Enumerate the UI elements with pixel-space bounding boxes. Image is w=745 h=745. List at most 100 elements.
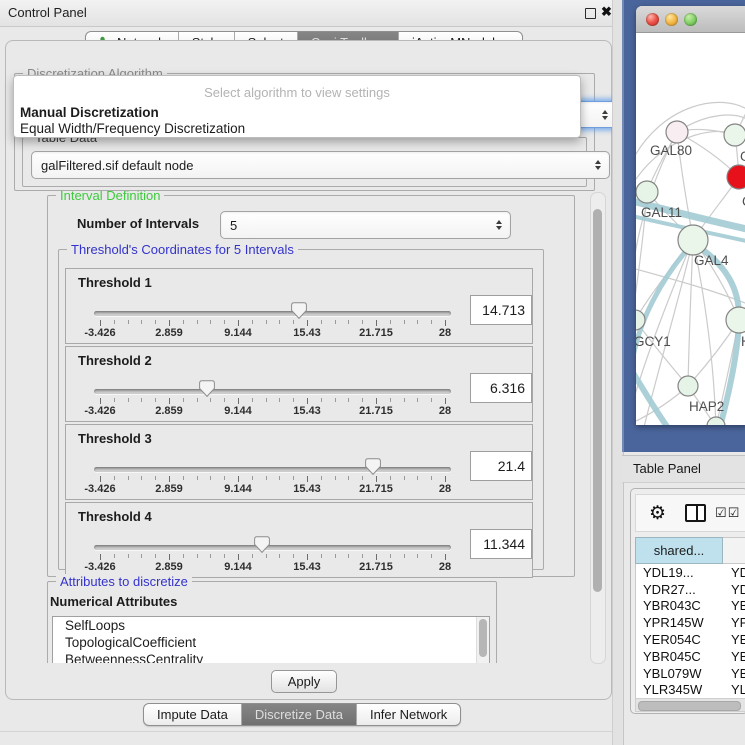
settings-vertical-scrollbar[interactable]: [590, 192, 606, 664]
table-row[interactable]: YDR27...YDR2: [636, 581, 745, 598]
network-node-gal4[interactable]: [678, 225, 708, 255]
table-row[interactable]: YPR145WYPR1: [636, 614, 745, 631]
checkbox-icon[interactable]: ☑: [715, 505, 727, 521]
threshold-value-field[interactable]: 11.344: [470, 529, 532, 559]
minimize-traffic-light-icon[interactable]: [665, 13, 678, 26]
slider-tick: [114, 398, 115, 402]
slider-tick: [417, 398, 418, 402]
slider-tick: [335, 398, 336, 402]
zoom-traffic-light-icon[interactable]: [684, 13, 697, 26]
threshold-slider[interactable]: -3.4262.8599.14415.4321.71528: [94, 425, 451, 499]
table-row[interactable]: YDL19...YDL1: [636, 564, 745, 581]
tab-impute-data[interactable]: Impute Data: [144, 704, 242, 725]
table-cell: YBL079W: [636, 666, 729, 681]
slider-tick: [293, 554, 294, 558]
slider-tick-label: 21.715: [359, 405, 393, 417]
slider-tick-label: 15.43: [293, 327, 321, 339]
table-cell: YBR043C: [636, 598, 729, 613]
table-row[interactable]: YBR043CYBR0: [636, 598, 745, 615]
num-intervals-combo[interactable]: 5: [220, 211, 511, 239]
gear-icon[interactable]: ⚙: [649, 504, 666, 523]
slider-tick: [307, 476, 308, 482]
network-node-h[interactable]: [726, 307, 745, 333]
slider-tick: [197, 476, 198, 480]
slider-tick-label: 28: [439, 561, 451, 573]
slider-tick: [141, 320, 142, 324]
table-row[interactable]: YBR045CYBR0: [636, 648, 745, 665]
threshold-slider[interactable]: -3.4262.8599.14415.4321.71528: [94, 269, 451, 343]
slider-tick: [335, 554, 336, 558]
slider-track[interactable]: [94, 467, 451, 472]
close-icon[interactable]: ✖: [601, 4, 612, 20]
columns-icon[interactable]: [685, 504, 706, 522]
slider-tick: [100, 476, 101, 482]
slider-tick: [390, 476, 391, 480]
attribute-list-item[interactable]: BetweennessCentrality: [53, 651, 489, 663]
threshold-value-field[interactable]: 21.4: [470, 451, 532, 481]
table-row[interactable]: YBL079WYBL0: [636, 665, 745, 682]
slider-tick-label: 9.144: [224, 483, 252, 495]
tab-discretize-data[interactable]: Discretize Data: [242, 704, 357, 725]
network-node-label: GAL11: [641, 205, 682, 220]
interval-definition-label: Interval Definition: [56, 191, 164, 203]
checkbox-icon[interactable]: ☑: [728, 505, 740, 521]
dropdown-option[interactable]: Equal Width/Frequency Discretization: [14, 121, 580, 137]
table-cell: YER0: [729, 632, 745, 647]
slider-tick: [141, 476, 142, 480]
attributes-list-scrollbar[interactable]: [476, 617, 489, 663]
table-column-header[interactable]: na: [723, 537, 745, 564]
apply-button[interactable]: Apply: [271, 670, 337, 693]
network-node-gal11[interactable]: [636, 181, 658, 203]
attribute-list-item[interactable]: SelfLoops: [53, 617, 489, 634]
threshold-slider[interactable]: -3.4262.8599.14415.4321.71528: [94, 347, 451, 421]
threshold-value-field[interactable]: 14.713: [470, 295, 532, 325]
slider-handle[interactable]: [291, 302, 307, 319]
numerical-attributes-list[interactable]: SelfLoopsTopologicalCoefficientBetweenne…: [52, 616, 490, 663]
table-row[interactable]: YER054CYER0: [636, 631, 745, 648]
network-node-label: GAL80: [650, 143, 692, 158]
table-data-combo[interactable]: galFiltered.sif default node: [31, 151, 610, 179]
slider-handle[interactable]: [254, 536, 270, 553]
slider-tick: [210, 398, 211, 402]
slider-handle[interactable]: [365, 458, 381, 475]
float-panel-icon[interactable]: [585, 8, 596, 19]
dropdown-option[interactable]: Manual Discretization: [14, 105, 580, 121]
table-cell: YDL1: [729, 565, 745, 580]
slider-track[interactable]: [94, 389, 451, 394]
tab-infer-network[interactable]: Infer Network: [357, 704, 460, 725]
slider-handle[interactable]: [199, 380, 215, 397]
slider-tick: [348, 320, 349, 324]
tab-label: Impute Data: [157, 707, 228, 722]
network-canvas[interactable]: GAL80GACGAL11GAL4GCY1HHAP2: [636, 33, 745, 425]
slider-tick: [155, 476, 156, 480]
tab-label: Infer Network: [370, 707, 447, 722]
slider-tick-label: 2.859: [155, 483, 183, 495]
network-window-titlebar[interactable]: [636, 6, 745, 33]
algorithm-dropdown: Select algorithm to view settings Manual…: [13, 75, 581, 138]
attribute-list-item[interactable]: TopologicalCoefficient: [53, 634, 489, 651]
slider-tick-label: 2.859: [155, 405, 183, 417]
table-horizontal-scrollbar[interactable]: [635, 698, 745, 712]
slider-tick: [155, 554, 156, 558]
network-node[interactable]: [724, 124, 745, 146]
slider-tick: [252, 554, 253, 558]
slider-tick: [417, 476, 418, 480]
slider-tick: [128, 398, 129, 402]
network-node-gal80[interactable]: [666, 121, 688, 143]
threshold-value-field[interactable]: 6.316: [470, 373, 532, 403]
slider-tick-label: 21.715: [359, 483, 393, 495]
network-node-hap2[interactable]: [678, 376, 698, 396]
slider-tick: [100, 398, 101, 404]
slider-tick: [307, 554, 308, 560]
table-column-header[interactable]: shared...: [635, 537, 723, 564]
close-traffic-light-icon[interactable]: [646, 13, 659, 26]
slider-track[interactable]: [94, 545, 451, 550]
slider-tick: [238, 476, 239, 482]
slider-tick: [404, 476, 405, 480]
network-node-red[interactable]: [727, 165, 745, 189]
threshold-slider[interactable]: -3.4262.8599.14415.4321.71528: [94, 503, 451, 577]
slider-track[interactable]: [94, 311, 451, 316]
table-cell: YDR27...: [636, 582, 729, 597]
table-row[interactable]: YLR345WYLR3: [636, 682, 745, 698]
slider-tick: [431, 398, 432, 402]
